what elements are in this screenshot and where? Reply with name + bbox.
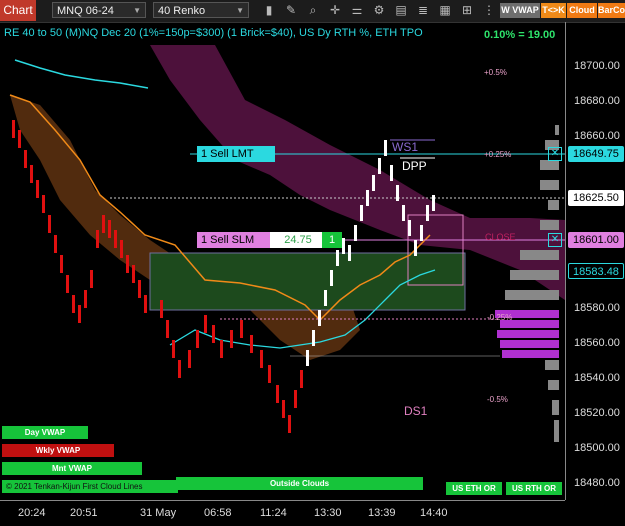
time-tick: 20:51 xyxy=(70,507,98,519)
price-tick: 18680.00 xyxy=(574,95,620,107)
time-tick: 14:40 xyxy=(420,507,448,519)
slm-price-box[interactable]: 24.75 xyxy=(270,232,326,248)
time-tick: 13:30 xyxy=(314,507,342,519)
time-tick: 20:24 xyxy=(18,507,46,519)
chart-trader-icon[interactable]: ⊞ xyxy=(460,3,474,17)
level-m025: -0.25% xyxy=(487,313,513,322)
time-tick: 31 May xyxy=(140,507,177,519)
level-p025: +0.25% xyxy=(484,150,512,159)
vwap-zone xyxy=(149,252,466,311)
ws1-label: WS1 xyxy=(392,140,419,154)
time-axis[interactable]: 20:24 20:51 31 May 06:58 11:24 13:30 13:… xyxy=(0,500,565,526)
bar-type-selector[interactable]: 40 Renko ▼ xyxy=(153,2,249,18)
attach-icon[interactable]: ⋮ xyxy=(482,3,496,17)
sell-lmt-order[interactable]: 1 Sell LMT xyxy=(197,146,275,162)
w-vwap-button[interactable]: W VWAP xyxy=(500,3,540,18)
mnt-vwap-badge: Mnt VWAP xyxy=(2,462,142,475)
chart-tab[interactable]: Chart xyxy=(0,0,36,21)
ds1-label: DS1 xyxy=(404,404,428,418)
close-label: CLOSE xyxy=(485,232,516,242)
time-tick: 06:58 xyxy=(204,507,232,519)
kijun-price-label: 18583.48 xyxy=(568,263,624,279)
cancel-lmt-icon[interactable]: ✕ xyxy=(548,147,562,161)
wkly-vwap-badge: Wkly VWAP xyxy=(2,444,114,457)
slm-price-label: 18601.00 xyxy=(568,232,624,248)
pct-readout: 0.10% = 19.00 xyxy=(484,29,556,41)
time-tick: 13:39 xyxy=(368,507,396,519)
us-rth-or-badge: US RTH OR xyxy=(506,482,562,495)
price-tick: 18500.00 xyxy=(574,442,620,454)
copyright-footer: © 2021 Tenkan-Kijun First Cloud Lines xyxy=(2,480,178,493)
data-box-icon[interactable]: ▦ xyxy=(438,3,452,17)
price-tick: 18540.00 xyxy=(574,372,620,384)
properties-icon[interactable]: ⚌ xyxy=(350,3,364,17)
outside-clouds-badge: Outside Clouds xyxy=(176,477,423,490)
sell-slm-order[interactable]: 1 Sell SLM xyxy=(197,232,275,248)
bar-chart-icon[interactable]: ▮ xyxy=(262,3,276,17)
price-tick: 18580.00 xyxy=(574,302,620,314)
kijun-line xyxy=(14,59,149,89)
slm-qty-box[interactable]: 1 xyxy=(322,232,342,248)
chevron-down-icon: ▼ xyxy=(133,6,141,15)
instrument-label: MNQ 06-24 xyxy=(57,5,114,17)
instrument-selector[interactable]: MNQ 06-24 ▼ xyxy=(52,2,146,18)
us-eth-or-badge: US ETH OR xyxy=(446,482,502,495)
level-m05: -0.5% xyxy=(487,395,508,404)
day-vwap-badge: Day VWAP xyxy=(2,426,88,439)
chart-title: RE 40 to 50 (M)NQ Dec 20 (1%=150p=$300) … xyxy=(4,27,423,39)
barco-button[interactable]: BarCo xyxy=(598,3,625,18)
price-tick: 18560.00 xyxy=(574,337,620,349)
lmt-price-label: 18649.75 xyxy=(568,146,624,162)
chevron-down-icon: ▼ xyxy=(236,6,244,15)
cloud-button[interactable]: Cloud xyxy=(567,3,597,18)
tk-button[interactable]: T<>K xyxy=(541,3,566,18)
price-tick: 18520.00 xyxy=(574,407,620,419)
pencil-icon[interactable]: ✎ xyxy=(284,3,298,17)
level-p05: +0.5% xyxy=(484,68,507,77)
price-tick: 18700.00 xyxy=(574,60,620,72)
toolbar: Chart MNQ 06-24 ▼ 40 Renko ▼ ▮ ✎ ⌕ ✛ ⚌ ⚙ ▤… xyxy=(0,0,625,23)
strategy-icon[interactable]: ⚙ xyxy=(372,3,386,17)
cancel-slm-icon[interactable]: ✕ xyxy=(548,233,562,247)
bar-type-label: 40 Renko xyxy=(158,5,206,17)
last-price-label: 18625.50 xyxy=(568,190,624,206)
template-icon[interactable]: ▤ xyxy=(394,3,408,17)
zoom-icon[interactable]: ⌕ xyxy=(306,3,320,17)
price-tick: 18480.00 xyxy=(574,477,620,489)
price-axis[interactable]: 18700.00 18680.00 18660.00 18580.00 1856… xyxy=(565,22,625,500)
crosshair-icon[interactable]: ✛ xyxy=(328,3,342,17)
indicator-icon[interactable]: ≣ xyxy=(416,3,430,17)
price-tick: 18660.00 xyxy=(574,130,620,142)
time-tick: 11:24 xyxy=(260,507,287,519)
dpp-label: DPP xyxy=(402,159,427,173)
